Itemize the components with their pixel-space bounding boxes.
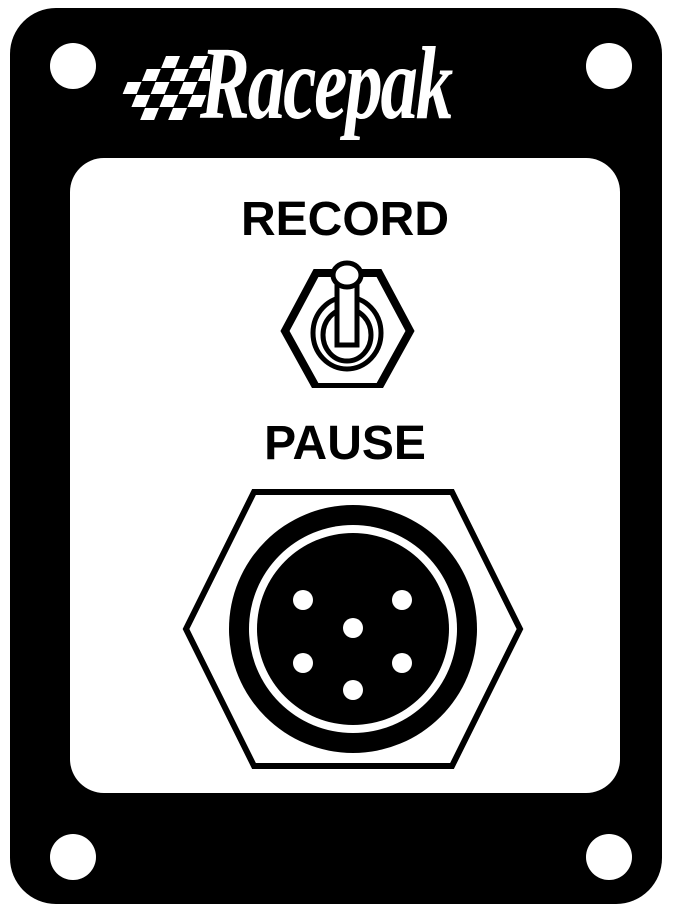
mount-hole-top-left	[50, 43, 96, 89]
pause-label: PAUSE	[264, 417, 426, 470]
mount-hole-bottom-right	[586, 834, 632, 880]
switch-panel: Racepak RECORD PAUSE	[10, 8, 662, 904]
record-label: RECORD	[240, 193, 449, 246]
mount-hole-top-right	[586, 43, 632, 89]
brand-logo: Racepak	[118, 32, 568, 138]
mount-hole-bottom-left	[50, 834, 96, 880]
brand-name: Racepak	[200, 26, 453, 141]
round-connector-icon	[182, 489, 524, 769]
toggle-switch-icon[interactable]	[280, 253, 415, 388]
switch-faceplate: RECORD PAUSE	[70, 158, 620, 793]
checkered-flag-icon	[122, 56, 210, 120]
